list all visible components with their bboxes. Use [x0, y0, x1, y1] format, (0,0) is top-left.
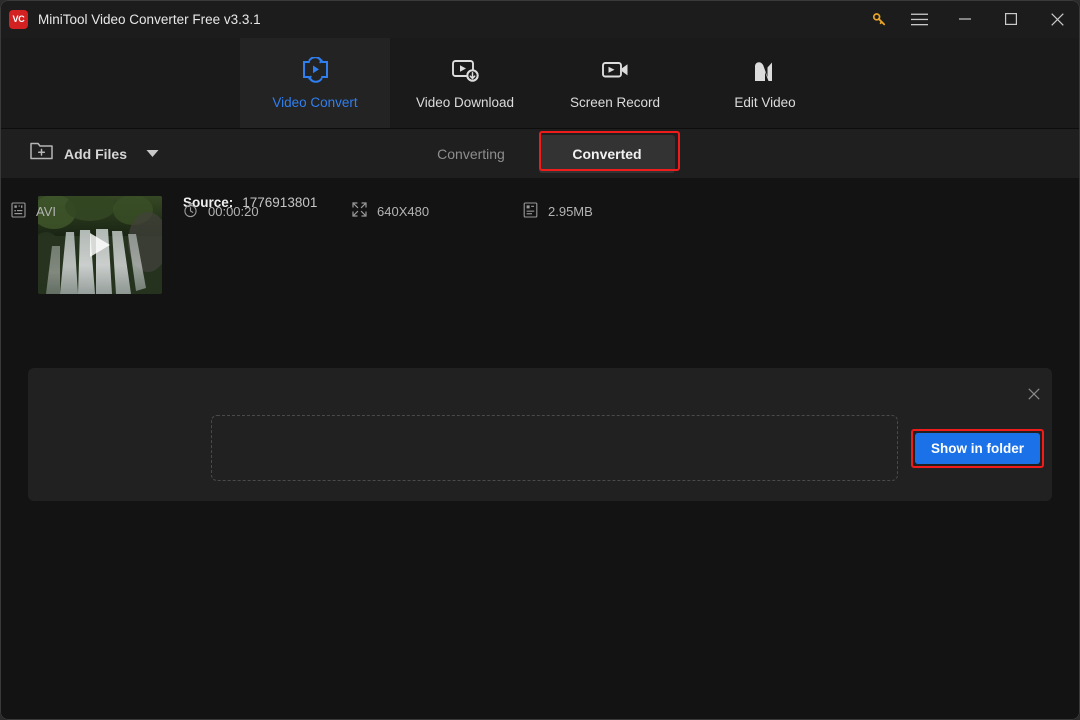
play-icon[interactable]: [90, 233, 110, 257]
app-window: VC MiniTool Video Converter Free v3.3.1: [0, 0, 1080, 720]
meta-resolution: 640X480: [352, 178, 429, 244]
tab-converted[interactable]: Converted: [539, 135, 675, 173]
main-nav: Video Convert Video Download Screen Reco…: [0, 38, 1080, 128]
show-in-folder-label: Show in folder: [931, 441, 1024, 456]
key-icon[interactable]: [862, 0, 896, 38]
format-icon: [11, 201, 26, 221]
nav-tab-label: Edit Video: [734, 95, 796, 110]
nav-tab-video-convert[interactable]: Video Convert: [240, 38, 390, 128]
content-area: Source: 1776913801 AVI 00:00:20 640X480 …: [0, 178, 1080, 720]
window-title: MiniTool Video Converter Free v3.3.1: [38, 11, 261, 27]
tab-converting[interactable]: Converting: [403, 135, 539, 173]
meta-filesize-value: 2.95MB: [548, 203, 593, 219]
title-bar: VC MiniTool Video Converter Free v3.3.1: [0, 0, 1080, 38]
add-files-button[interactable]: Add Files: [30, 141, 159, 166]
status-tabs: Converting Converted: [403, 129, 675, 179]
minimize-icon[interactable]: [942, 0, 988, 38]
video-thumbnail[interactable]: [38, 196, 162, 294]
add-files-label: Add Files: [64, 145, 128, 162]
meta-format: AVI: [11, 178, 56, 244]
nav-tab-label: Video Convert: [272, 95, 358, 110]
show-in-folder-button[interactable]: Show in folder: [915, 433, 1040, 464]
chevron-down-icon[interactable]: [146, 149, 159, 158]
folder-plus-icon: [30, 141, 53, 166]
screen-record-icon: [600, 56, 631, 86]
maximize-icon[interactable]: [988, 0, 1034, 38]
close-icon[interactable]: [1034, 0, 1080, 38]
tab-converting-label: Converting: [437, 146, 505, 162]
clock-icon: [183, 202, 198, 221]
meta-filesize: 2.95MB: [523, 178, 593, 244]
filesize-icon: [523, 201, 538, 221]
meta-duration: 00:00:20: [183, 178, 259, 244]
resolution-icon: [352, 202, 367, 220]
app-logo-text: VC: [12, 14, 25, 24]
meta-format-value: AVI: [36, 203, 56, 219]
meta-duration-value: 00:00:20: [208, 203, 259, 219]
nav-tab-video-download[interactable]: Video Download: [390, 38, 540, 128]
meta-resolution-value: 640X480: [377, 203, 430, 219]
hamburger-menu-icon[interactable]: [896, 0, 942, 38]
nav-tab-edit-video[interactable]: Edit Video: [690, 38, 840, 128]
metadata-panel: [211, 415, 898, 481]
toolbar: Add Files Converting Converted: [0, 128, 1080, 178]
video-convert-icon: [300, 56, 331, 86]
nav-tab-screen-record[interactable]: Screen Record: [540, 38, 690, 128]
tab-converted-label: Converted: [572, 146, 642, 162]
edit-video-icon: [750, 56, 781, 86]
nav-tab-label: Video Download: [415, 95, 515, 110]
video-download-icon: [450, 56, 481, 86]
app-logo-icon: VC: [9, 9, 28, 29]
remove-file-icon[interactable]: [1024, 384, 1044, 404]
nav-tab-label: Screen Record: [569, 95, 661, 110]
